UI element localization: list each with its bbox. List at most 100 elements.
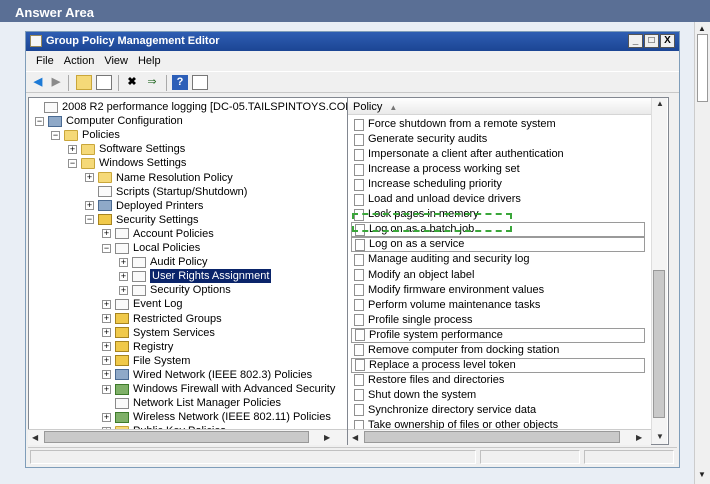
tree-node[interactable]: + File System [102, 354, 190, 368]
policy-icon [354, 178, 364, 191]
collapse-icon[interactable]: − [85, 215, 94, 225]
tree-node[interactable]: + Event Log [102, 297, 183, 311]
policy-list-item[interactable]: Shut down the system [351, 388, 645, 403]
list-scroll-thumb[interactable] [653, 270, 665, 418]
tree-node-label: Windows Firewall with Advanced Security [133, 383, 336, 395]
policy-list-item[interactable]: Log on as a service [351, 237, 645, 253]
tree-node[interactable]: Scripts (Startup/Shutdown) [85, 185, 247, 199]
tree-node[interactable]: + Security Options [119, 283, 231, 297]
expand-icon[interactable]: + [85, 173, 94, 182]
policy-list-item[interactable]: Modify an object label [351, 268, 645, 283]
doc-icon [115, 397, 129, 409]
policy-list-item[interactable]: Lock pages in memory [351, 207, 645, 222]
expand-icon[interactable]: + [102, 412, 111, 422]
policy-list-item[interactable]: Increase scheduling priority [351, 177, 645, 192]
export-list-icon[interactable]: ⇒ [144, 75, 160, 90]
policy-list-item[interactable]: Profile system performance [351, 327, 645, 343]
tree-scroll-left-icon[interactable]: ◀ [32, 433, 38, 442]
help-icon[interactable]: ? [172, 75, 188, 90]
policy-list-item[interactable]: Profile single process [351, 313, 645, 328]
tree-node[interactable]: + Wired Network (IEEE 802.3) Policies [102, 368, 312, 382]
tree-node[interactable]: + Deployed Printers [85, 199, 203, 213]
expand-icon[interactable]: + [119, 285, 128, 295]
policy-list-item[interactable]: Synchronize directory service data [351, 403, 645, 418]
policy-column-header[interactable]: Policy ▲ [348, 98, 653, 115]
policy-list-item[interactable]: Restore files and directories [351, 373, 645, 388]
policy-list-item[interactable]: Generate security audits [351, 132, 645, 147]
expand-icon[interactable]: + [102, 229, 111, 239]
policy-list-item[interactable]: Modify firmware environment values [351, 283, 645, 298]
expand-icon[interactable]: + [102, 342, 111, 352]
tree-node[interactable]: + Audit Policy [119, 255, 207, 269]
collapse-icon[interactable]: − [102, 243, 111, 253]
tree-node[interactable]: Network List Manager Policies [102, 396, 281, 410]
tree-node[interactable]: + System Services [102, 326, 215, 340]
expand-icon[interactable]: + [119, 271, 128, 281]
tree-node[interactable]: + User Rights Assignment [119, 269, 272, 284]
tree-node[interactable]: + Name Resolution Policy [85, 171, 233, 185]
collapse-icon[interactable]: − [51, 130, 60, 140]
policy-list-item[interactable]: Log on as a batch job [351, 222, 645, 238]
menu-view[interactable]: View [100, 51, 134, 71]
tree-node[interactable]: − Local Policies [102, 241, 200, 255]
properties-icon[interactable] [192, 75, 208, 90]
up-folder-icon[interactable] [76, 75, 92, 90]
collapse-icon[interactable]: − [35, 116, 44, 126]
scroll-up-arrow-icon[interactable]: ▲ [698, 24, 706, 33]
policy-list-item[interactable]: Force shutdown from a remote system [351, 117, 645, 132]
tree-node-label: Policies [82, 129, 120, 142]
tree-node[interactable]: − Windows Settings [68, 156, 186, 170]
list-scroll-right-icon[interactable]: ▶ [636, 433, 642, 442]
list-hscroll-thumb[interactable] [364, 431, 620, 443]
back-icon[interactable]: ◀ [30, 75, 46, 90]
policy-list-item[interactable]: Perform volume maintenance tasks [351, 298, 645, 313]
policy-list-item[interactable]: Impersonate a client after authenticatio… [351, 147, 645, 162]
menu-action[interactable]: Action [60, 51, 101, 71]
expand-icon[interactable]: + [102, 314, 111, 323]
tree-node[interactable]: + Registry [102, 340, 173, 354]
maximize-button[interactable]: □ [644, 34, 659, 48]
close-button[interactable]: X [660, 34, 675, 48]
list-scroll-down-icon[interactable]: ▼ [656, 432, 664, 441]
list-scroll-left-icon[interactable]: ◀ [352, 433, 358, 442]
scroll-down-arrow-icon[interactable]: ▼ [698, 470, 706, 479]
outer-vertical-scrollbar[interactable]: ▲ ▼ [694, 22, 710, 484]
tree-node[interactable]: − Policies [51, 128, 120, 142]
tree-node[interactable]: + Restricted Groups [102, 312, 222, 326]
forward-icon[interactable]: ▶ [48, 75, 64, 90]
list-horizontal-scrollbar[interactable]: ◀ ▶ [348, 429, 651, 445]
expand-icon[interactable]: + [85, 201, 94, 211]
tree-scroll-right-icon[interactable]: ▶ [324, 433, 330, 442]
policy-label: Modify firmware environment values [368, 283, 545, 296]
tree-node[interactable]: + Windows Firewall with Advanced Security [102, 382, 335, 396]
tree-node[interactable]: − Computer Configuration [35, 114, 183, 128]
tree-hscroll-thumb[interactable] [44, 431, 309, 443]
policy-list-item[interactable]: Remove computer from docking station [351, 343, 645, 358]
menu-help[interactable]: Help [134, 51, 167, 71]
expand-icon[interactable]: + [102, 384, 111, 394]
outer-scroll-thumb[interactable] [697, 34, 708, 102]
tree-node[interactable]: + Account Policies [102, 227, 214, 241]
menu-file[interactable]: File [32, 51, 60, 71]
tree-node[interactable]: + Wireless Network (IEEE 802.11) Policies [102, 410, 331, 424]
policy-list-item[interactable]: Manage auditing and security log [351, 252, 645, 267]
policy-list-item[interactable]: Load and unload device drivers [351, 192, 645, 207]
collapse-icon[interactable]: − [68, 158, 77, 168]
tree-node[interactable]: + Software Settings [68, 142, 185, 156]
tree-horizontal-scrollbar[interactable]: ◀ ▶ [28, 429, 353, 445]
list-vertical-scrollbar[interactable]: ▲ ▼ [651, 98, 667, 444]
list-scroll-up-icon[interactable]: ▲ [656, 99, 664, 108]
policy-list-item[interactable]: Increase a process working set [351, 162, 645, 177]
expand-icon[interactable]: + [119, 257, 128, 267]
expand-icon[interactable]: + [68, 144, 77, 154]
expand-icon[interactable]: + [102, 370, 111, 380]
tree-node[interactable]: 2008 R2 performance logging [DC-05.TAILS… [31, 100, 352, 114]
policy-list-item[interactable]: Replace a process level token [351, 357, 645, 373]
show-hide-tree-icon[interactable] [96, 75, 112, 90]
minimize-button[interactable]: _ [628, 34, 643, 48]
tree-node[interactable]: − Security Settings [85, 213, 199, 227]
delete-icon[interactable]: ✖ [124, 75, 140, 90]
expand-icon[interactable]: + [102, 299, 111, 309]
expand-icon[interactable]: + [102, 328, 111, 338]
expand-icon[interactable]: + [102, 356, 111, 366]
